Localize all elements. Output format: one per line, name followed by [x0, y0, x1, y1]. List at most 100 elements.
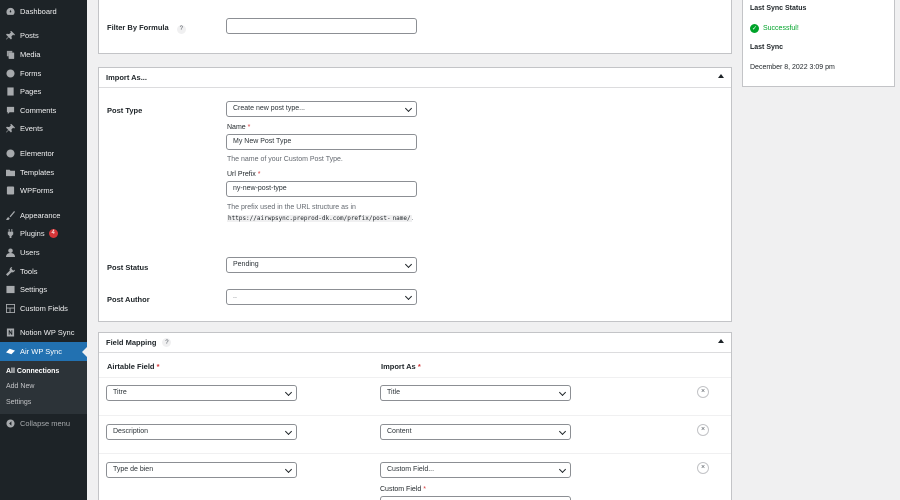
- sync-status-panel: Last Sync Status ✓ Successful! Last Sync…: [742, 0, 895, 87]
- airtable-field-select[interactable]: Titre: [106, 385, 297, 401]
- collapse-icon: [5, 418, 15, 428]
- dashboard-icon: [5, 6, 15, 16]
- url-desc-text: The prefix used in the URL structure as …: [227, 204, 356, 211]
- sidebar-item-wpforms[interactable]: WPForms: [0, 181, 87, 200]
- sidebar-item-pages[interactable]: Pages: [0, 82, 87, 101]
- divider: [99, 415, 731, 416]
- sidebar-item-notion-wp-sync[interactable]: Notion WP Sync: [0, 324, 87, 343]
- grid-icon: [5, 303, 15, 313]
- collapse-menu-button[interactable]: Collapse menu: [0, 414, 87, 433]
- sidebar-item-label: Comments: [20, 105, 57, 115]
- sidebar-item-plugins[interactable]: Plugins 4: [0, 225, 87, 244]
- sidebar-item-label: Dashboard: [20, 6, 57, 16]
- sidebar-item-label: Forms: [20, 68, 42, 78]
- help-icon[interactable]: ?: [176, 24, 186, 34]
- name-input[interactable]: My New Post Type: [226, 134, 417, 150]
- sidebar-item-settings[interactable]: Settings: [0, 280, 87, 299]
- url-prefix-label-text: Url Prefix: [227, 171, 256, 178]
- filter-by-formula-label: Filter By Formula ?: [107, 23, 186, 34]
- sidebar-item-custom-fields[interactable]: Custom Fields: [0, 299, 87, 318]
- pages-icon: [5, 87, 15, 97]
- custom-field-input[interactable]: [380, 496, 571, 500]
- sidebar-item-label: Air WP Sync: [20, 346, 62, 356]
- url-prefix-input[interactable]: ny-new-post-type: [226, 181, 417, 197]
- sidebar-item-tools[interactable]: Tools: [0, 262, 87, 281]
- import-as-select[interactable]: Content: [380, 424, 571, 440]
- sidebar-item-users[interactable]: Users: [0, 243, 87, 262]
- field-mapping-header[interactable]: Field Mapping ?: [99, 333, 731, 353]
- comments-icon: [5, 105, 15, 115]
- collapse-arrow-icon[interactable]: [718, 74, 724, 78]
- field-mapping-title: Field Mapping: [106, 338, 157, 347]
- airtable-field-select[interactable]: Type de bien: [106, 462, 297, 478]
- url-prefix-input-value: ny-new-post-type: [233, 185, 287, 192]
- import-as-value: Custom Field...: [387, 466, 435, 473]
- required-mark: *: [417, 362, 421, 371]
- post-type-label: Post Type: [107, 106, 143, 115]
- airtable-field-select[interactable]: Description: [106, 424, 297, 440]
- sidebar-item-label: Media: [20, 49, 41, 59]
- submenu-settings[interactable]: Settings: [0, 395, 87, 411]
- airtable-field-value: Type de bien: [113, 466, 154, 473]
- post-status-label: Post Status: [107, 263, 149, 272]
- sidebar-item-label: Pages: [20, 87, 42, 97]
- sidebar-item-templates[interactable]: Templates: [0, 163, 87, 182]
- sidebar-item-label: WPForms: [20, 186, 54, 196]
- divider: [99, 453, 731, 454]
- sidebar-item-label: Custom Fields: [20, 303, 68, 313]
- sidebar-item-posts[interactable]: Posts: [0, 27, 87, 46]
- import-as-select[interactable]: Custom Field...: [380, 462, 571, 478]
- import-as-value: Content: [387, 428, 412, 435]
- url-prefix-label: Url Prefix *: [227, 171, 260, 178]
- sidebar-item-appearance[interactable]: Appearance: [0, 206, 87, 225]
- sidebar-item-events[interactable]: Events: [0, 120, 87, 139]
- sidebar-item-dashboard[interactable]: Dashboard: [0, 2, 87, 21]
- url-example-code: https://airwpsync.preprod-dk.com/prefix/…: [227, 215, 392, 222]
- url-example-code-end: name/: [391, 215, 412, 222]
- sidebar-item-label: Elementor: [20, 148, 55, 158]
- required-mark: *: [423, 486, 426, 493]
- post-author-select[interactable]: ..: [226, 289, 417, 305]
- remove-row-button[interactable]: ×: [697, 386, 709, 398]
- required-mark: *: [247, 124, 251, 131]
- collapse-arrow-icon[interactable]: [718, 339, 724, 343]
- pin-icon: [5, 124, 15, 134]
- submenu-add-new[interactable]: Add New: [0, 379, 87, 395]
- filter-panel: Filter By Formula ?: [98, 0, 732, 54]
- airtable-field-header-text: Airtable Field: [107, 362, 155, 371]
- sidebar-item-forms[interactable]: Forms: [0, 64, 87, 83]
- help-icon[interactable]: ?: [162, 338, 172, 347]
- sidebar-item-elementor[interactable]: Elementor: [0, 144, 87, 163]
- sidebar-item-label: Notion WP Sync: [20, 328, 75, 338]
- sidebar-item-comments[interactable]: Comments: [0, 101, 87, 120]
- sidebar-item-label: Posts: [20, 31, 39, 41]
- post-status-value: Pending: [233, 261, 259, 268]
- sidebar-item-media[interactable]: Media: [0, 45, 87, 64]
- last-sync-value: December 8, 2022 3:09 pm: [750, 64, 835, 71]
- import-as-header[interactable]: Import As...: [99, 68, 731, 88]
- sidebar-item-label: Plugins: [20, 229, 45, 239]
- sidebar-item-air-wp-sync[interactable]: Air WP Sync: [0, 342, 87, 361]
- admin-sidebar: Dashboard Posts Media Forms Pages Commen…: [0, 0, 87, 500]
- import-as-select[interactable]: Title: [380, 385, 571, 401]
- remove-row-button[interactable]: ×: [697, 462, 709, 474]
- settings-icon: [5, 285, 15, 295]
- post-type-select[interactable]: Create new post type...: [226, 101, 417, 117]
- wpforms-icon: [5, 186, 15, 196]
- import-as-panel: Import As... Post Type Create new post t…: [98, 67, 732, 322]
- pin-icon: [5, 31, 15, 41]
- import-as-column-header: Import As *: [381, 362, 421, 371]
- filter-formula-input[interactable]: [226, 18, 417, 34]
- media-icon: [5, 49, 15, 59]
- remove-row-button[interactable]: ×: [697, 424, 709, 436]
- last-sync-status-label: Last Sync Status: [750, 5, 807, 12]
- required-mark: *: [257, 171, 261, 178]
- submenu-all-connections[interactable]: All Connections: [0, 364, 87, 380]
- airtable-field-value: Description: [113, 428, 149, 435]
- name-description: The name of your Custom Post Type.: [227, 156, 343, 163]
- url-prefix-description: The prefix used in the URL structure as …: [227, 202, 417, 224]
- post-status-select[interactable]: Pending: [226, 257, 417, 273]
- elementor-icon: [5, 148, 15, 158]
- sidebar-item-label: Appearance: [20, 210, 61, 220]
- custom-field-label-text: Custom Field: [380, 486, 422, 493]
